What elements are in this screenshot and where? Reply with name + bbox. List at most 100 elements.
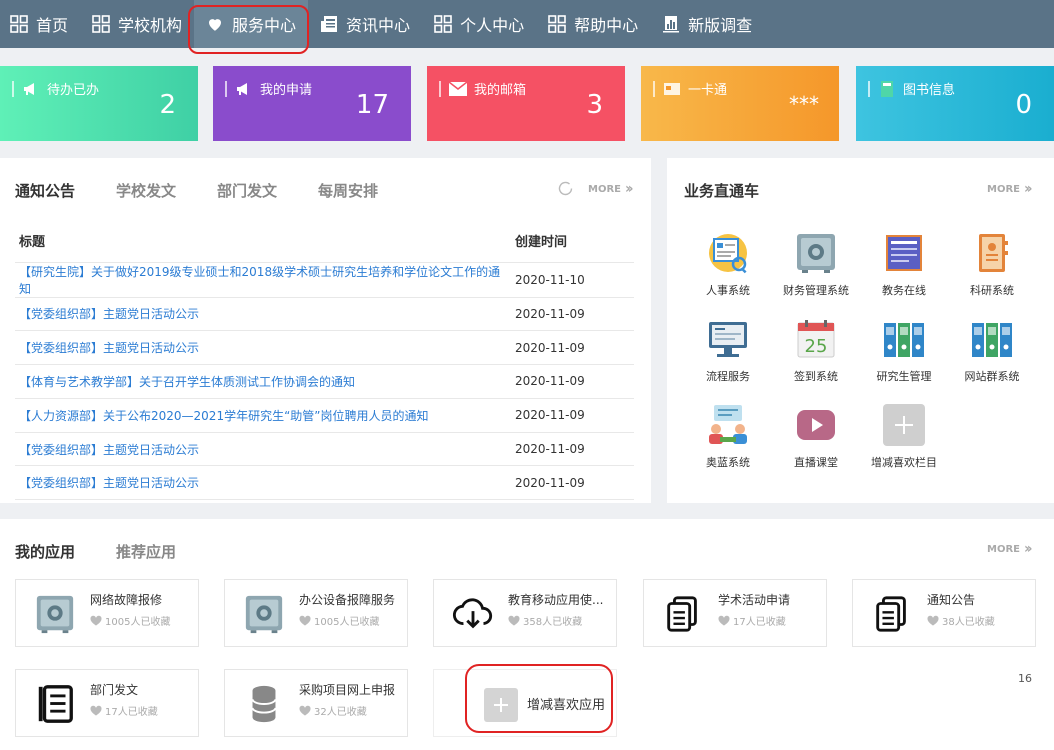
megaphone-icon (235, 80, 253, 98)
safe-icon (243, 593, 285, 635)
app-name: 学术活动申请 (718, 593, 791, 607)
stat-label: 待办已办 (47, 83, 100, 98)
favorite-text: 38人已收藏 (942, 617, 995, 628)
app-card-notices[interactable]: 通知公告 38人已收藏 (852, 579, 1036, 647)
heart-icon (90, 705, 102, 716)
nav-label: 帮助中心 (574, 16, 639, 35)
table-header-row: 标题 创建时间 (15, 220, 634, 263)
notice-date: 2020-11-09 (511, 330, 634, 366)
nav-item-home[interactable]: 首页 (0, 0, 80, 48)
table-row[interactable]: 【党委组织部】主题党日活动公示 2020-11-09 (15, 330, 634, 366)
grid-icon (548, 15, 566, 33)
binders-icon (969, 316, 1015, 362)
tab-recommended-apps[interactable]: 推荐应用 (116, 541, 176, 562)
list-book-icon (34, 683, 76, 725)
quick-item-aolan-system[interactable]: 奥蓝系统 (683, 402, 773, 470)
stat-label: 我的邮箱 (474, 83, 527, 98)
nav-item-help-center[interactable]: 帮助中心 (536, 0, 650, 48)
table-row[interactable]: 【党委组织部】主题党日活动公示 2020-11-09 (15, 297, 634, 332)
stat-card-library[interactable]: 图书信息 0 (856, 66, 1054, 141)
nav-label: 个人中心 (460, 16, 525, 35)
notice-date: 2020-11-09 (511, 297, 634, 332)
card-icon (663, 80, 681, 98)
megaphone-icon (22, 80, 40, 98)
nav-item-institutions[interactable]: 学校机构 (80, 0, 194, 48)
table-row[interactable]: 【党委组织部】主题党日活动公示 2020-11-09 (15, 465, 634, 501)
tab-dept-docs[interactable]: 部门发文 (217, 180, 277, 201)
cloud-download-icon (452, 593, 494, 635)
plus-icon (881, 402, 927, 448)
chevron-right-icon: ›› (624, 181, 633, 197)
quick-item-hr-system[interactable]: 人事系统 (683, 230, 773, 298)
more-label: MORE (588, 183, 621, 195)
tab-my-apps[interactable]: 我的应用 (15, 541, 75, 562)
notice-title-link[interactable]: 【研究生院】关于做好2019级专业硕士和2018级学术硕士研究生培养和学位论文工… (15, 262, 511, 298)
stat-value: 3 (586, 90, 603, 120)
stat-value: *** (789, 92, 819, 116)
quick-item-label: 教务在线 (882, 284, 926, 297)
table-row[interactable]: 【党委组织部】主题党日活动公示 2020-11-09 (15, 432, 634, 467)
favorite-count: 17人已收藏 (90, 703, 158, 718)
notice-title-link[interactable]: 【党委组织部】主题党日活动公示 (15, 465, 511, 501)
quick-item-graduate-management[interactable]: 研究生管理 (859, 316, 949, 384)
apps-more-link[interactable]: MORE ›› (987, 541, 1032, 557)
favorite-text: 358人已收藏 (523, 617, 583, 628)
grid-icon (10, 15, 28, 33)
quick-item-academic-online[interactable]: 教务在线 (859, 230, 949, 298)
app-card-procurement[interactable]: 采购项目网上申报 32人已收藏 (224, 669, 408, 737)
meeting-icon (705, 402, 751, 448)
app-card-network-repair[interactable]: 网络故障报修 1005人已收藏 (15, 579, 199, 647)
app-card-mobile-apps[interactable]: 教育移动应用使... 358人已收藏 (433, 579, 617, 647)
nav-label: 首页 (36, 16, 69, 35)
quick-item-workflow-service[interactable]: 流程服务 (683, 316, 773, 384)
notices-more-link[interactable]: MORE ›› (588, 181, 633, 197)
quick-item-label: 直播课堂 (794, 456, 838, 469)
quick-item-research-system[interactable]: 科研系统 (947, 230, 1037, 298)
stat-card-mailbox[interactable]: 我的邮箱 3 (427, 66, 625, 141)
table-row[interactable]: 【人力资源部】关于公布2020—2021学年研究生“助管”岗位聘用人员的通知 20… (15, 398, 634, 433)
nav-item-news-center[interactable]: 资讯中心 (308, 0, 422, 48)
nav-item-survey[interactable]: 新版调查 (650, 0, 764, 48)
quick-item-checkin-system[interactable]: 25 签到系统 (771, 316, 861, 384)
favorite-text: 17人已收藏 (733, 617, 786, 628)
stat-card-todo[interactable]: 待办已办 2 (0, 66, 198, 141)
tab-notices[interactable]: 通知公告 (15, 180, 75, 201)
notice-date: 2020-11-09 (511, 398, 634, 433)
nav-item-personal-center[interactable]: 个人中心 (422, 0, 536, 48)
favorite-count: 1005人已收藏 (90, 613, 170, 628)
app-card-dept-docs[interactable]: 部门发文 17人已收藏 (15, 669, 199, 737)
app-card-office-equipment[interactable]: 办公设备报障服务 1005人已收藏 (224, 579, 408, 647)
favorite-text: 1005人已收藏 (314, 617, 380, 628)
notice-title-link[interactable]: 【党委组织部】主题党日活动公示 (15, 297, 511, 332)
quick-item-live-class[interactable]: 直播课堂 (771, 402, 861, 470)
notice-title-link[interactable]: 【人力资源部】关于公布2020—2021学年研究生“助管”岗位聘用人员的通知 (15, 398, 511, 433)
notice-date: 2020-11-09 (511, 432, 634, 467)
quick-item-edit-favorites[interactable]: 增减喜欢栏目 (859, 402, 949, 470)
safe-icon (793, 230, 839, 276)
quick-item-label: 流程服务 (706, 370, 750, 383)
quick-item-label: 科研系统 (970, 284, 1014, 297)
quick-item-label: 人事系统 (706, 284, 750, 297)
stat-card-applications[interactable]: 我的申请 17 (213, 66, 411, 141)
notice-title-link[interactable]: 【党委组织部】主题党日活动公示 (15, 432, 511, 467)
column-header-title: 标题 (15, 220, 511, 263)
notice-date: 2020-11-09 (511, 364, 634, 399)
refresh-icon[interactable] (557, 180, 574, 201)
tab-school-docs[interactable]: 学校发文 (116, 180, 176, 201)
app-name: 教育移动应用使... (508, 593, 604, 607)
table-row[interactable]: 【研究生院】关于做好2019级专业硕士和2018级学术硕士研究生培养和学位论文工… (15, 262, 634, 298)
safe-icon (34, 593, 76, 635)
app-name: 通知公告 (927, 593, 976, 607)
notices-table: 标题 创建时间 【研究生院】关于做好2019级专业硕士和2018级学术硕士研究生… (15, 220, 634, 501)
quick-item-finance-system[interactable]: 财务管理系统 (771, 230, 861, 298)
quick-access-more-link[interactable]: MORE ›› (987, 181, 1032, 197)
heart-icon (927, 615, 939, 626)
quick-item-site-group[interactable]: 网站群系统 (947, 316, 1037, 384)
stat-card-campus-card[interactable]: 一卡通 *** (641, 66, 839, 141)
table-row[interactable]: 【体育与艺术教学部】关于召开学生体质测试工作协调会的通知 2020-11-09 (15, 364, 634, 399)
app-card-academic-activity[interactable]: 学术活动申请 17人已收藏 (643, 579, 827, 647)
notice-title-link[interactable]: 【体育与艺术教学部】关于召开学生体质测试工作协调会的通知 (15, 364, 511, 399)
notice-title-link[interactable]: 【党委组织部】主题党日活动公示 (15, 330, 511, 366)
favorite-text: 1005人已收藏 (105, 617, 171, 628)
tab-weekly[interactable]: 每周安排 (318, 180, 378, 201)
